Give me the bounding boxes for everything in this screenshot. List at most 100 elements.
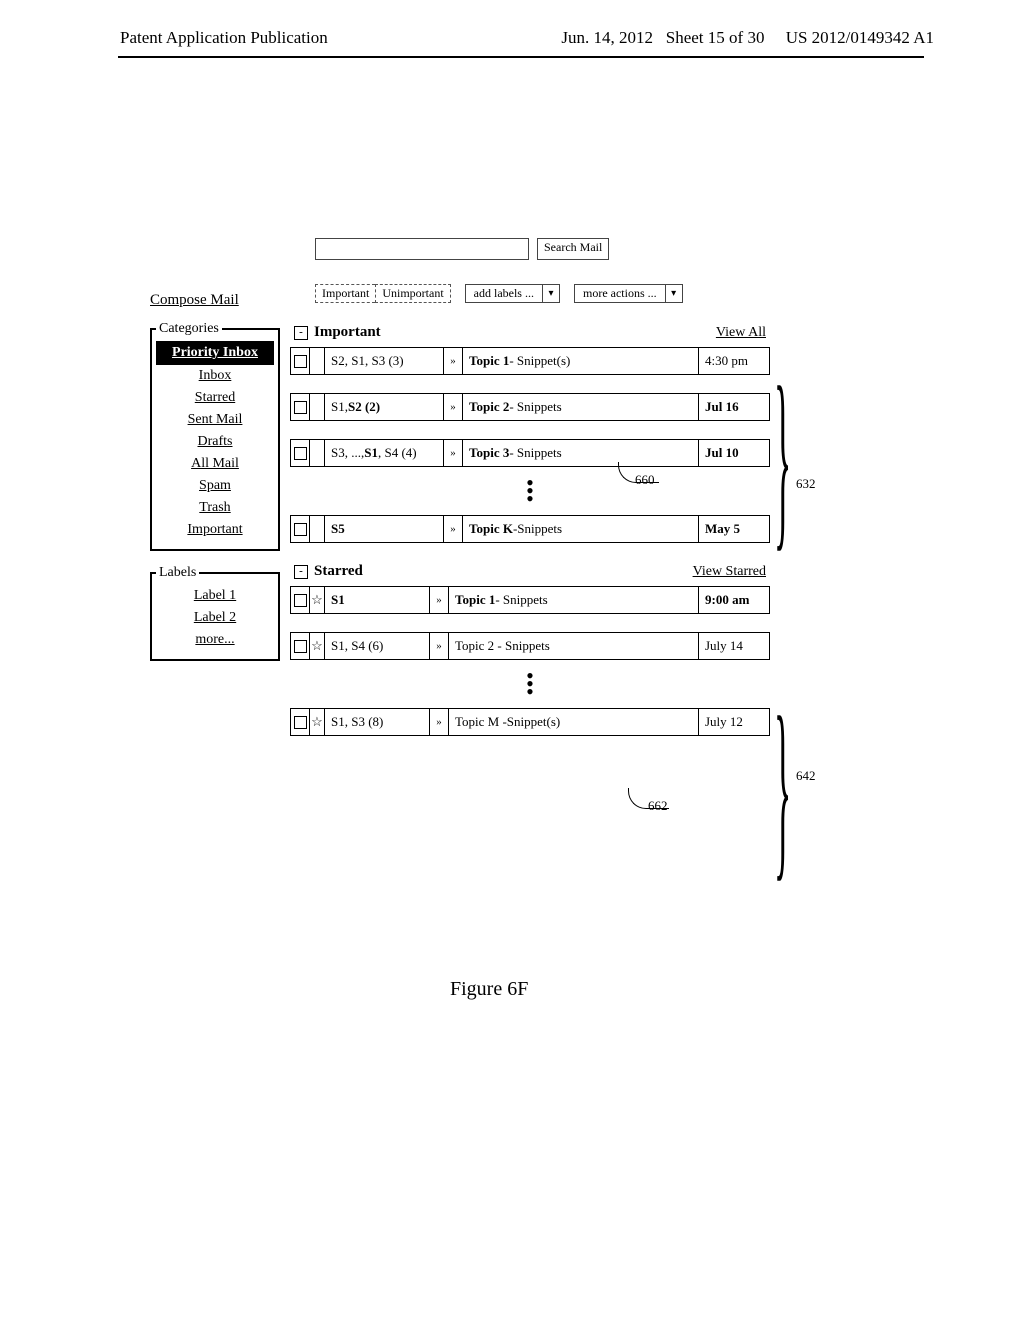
message-row[interactable]: ☆ S1 » Topic 1 - Snippets 9:00 am (290, 586, 770, 614)
sidebar-label-1[interactable]: Label 1 (156, 585, 274, 607)
callout-642: 642 (796, 768, 816, 784)
row-checkbox[interactable] (291, 709, 310, 735)
row-senders: S1, S4 (6) (325, 633, 430, 659)
search-bar: Search Mail (315, 238, 609, 260)
sidebar-item-inbox[interactable]: Inbox (156, 365, 274, 387)
labels-legend: Labels (156, 565, 199, 581)
message-row[interactable]: ☆ S1, S4 (6) » Topic 2 - Snippets July 1… (290, 632, 770, 660)
categories-legend: Categories (156, 321, 222, 337)
importance-marker-icon[interactable]: » (444, 348, 463, 374)
row-spacer (310, 348, 325, 374)
labels-box: Labels Label 1 Label 2 more... (150, 565, 280, 661)
important-button[interactable]: Important (315, 284, 375, 303)
row-subject: Topic 2 - Snippets (449, 633, 699, 659)
row-checkbox[interactable] (291, 516, 310, 542)
row-senders: S1, S3 (8) (325, 709, 430, 735)
message-row[interactable]: S5 » Topic K-Snippets May 5 (290, 515, 770, 543)
row-senders: S1 (325, 587, 430, 613)
row-subject: Topic 2 - Snippets (463, 394, 699, 420)
section-starred-header: -Starred View Starred (290, 561, 770, 586)
row-date: 9:00 am (699, 587, 769, 613)
header-rule (118, 56, 924, 58)
row-senders: S1, S2 (2) (325, 394, 444, 420)
sidebar-item-sent[interactable]: Sent Mail (156, 409, 274, 431)
view-starred-link[interactable]: View Starred (693, 564, 766, 580)
callout-662: 662 (648, 798, 668, 814)
row-date: Jul 16 (699, 394, 769, 420)
chevron-down-icon: ▾ (666, 284, 683, 303)
message-row[interactable]: S1, S2 (2) » Topic 2 - Snippets Jul 16 (290, 393, 770, 421)
more-actions-label: more actions ... (574, 284, 666, 303)
row-subject: Topic 1 - Snippets (449, 587, 699, 613)
row-date: July 12 (699, 709, 769, 735)
sidebar-item-spam[interactable]: Spam (156, 475, 274, 497)
sidebar-item-starred[interactable]: Starred (156, 387, 274, 409)
row-senders: S2, S1, S3 (3) (325, 348, 444, 374)
vertical-ellipsis-icon: ••• (290, 479, 770, 503)
importance-marker-icon[interactable]: » (430, 709, 449, 735)
add-labels-label: add labels ... (465, 284, 543, 303)
row-subject: Topic K-Snippets (463, 516, 699, 542)
star-icon[interactable]: ☆ (310, 587, 325, 613)
view-all-link[interactable]: View All (716, 325, 766, 341)
star-icon[interactable]: ☆ (310, 633, 325, 659)
row-checkbox[interactable] (291, 394, 310, 420)
page-header: Patent Application Publication Jun. 14, … (0, 0, 1024, 54)
hdr-left: Patent Application Publication (120, 28, 328, 48)
sidebar-label-more[interactable]: more... (156, 629, 274, 651)
row-date: Jul 10 (699, 440, 769, 466)
search-button[interactable]: Search Mail (537, 238, 609, 260)
row-spacer (310, 440, 325, 466)
row-subject: Topic M -Snippet(s) (449, 709, 699, 735)
compose-link[interactable]: Compose Mail (150, 292, 239, 309)
importance-marker-icon[interactable]: » (430, 587, 449, 613)
vertical-ellipsis-icon: ••• (290, 672, 770, 696)
row-spacer (310, 394, 325, 420)
toolbar: Important Unimportant add labels ... ▾ m… (315, 284, 683, 303)
row-senders: S5 (325, 516, 444, 542)
sidebar: Categories Priority Inbox Inbox Starred … (150, 321, 280, 675)
sidebar-item-trash[interactable]: Trash (156, 497, 274, 519)
star-icon[interactable]: ☆ (310, 709, 325, 735)
sidebar-item-allmail[interactable]: All Mail (156, 453, 274, 475)
row-checkbox[interactable] (291, 587, 310, 613)
row-senders: S3, ..., S1, S4 (4) (325, 440, 444, 466)
brace-icon: } (774, 358, 791, 558)
importance-marker-icon[interactable]: » (444, 440, 463, 466)
chevron-down-icon: ▾ (543, 284, 560, 303)
add-labels-dropdown[interactable]: add labels ... ▾ (465, 284, 560, 303)
importance-marker-icon[interactable]: » (430, 633, 449, 659)
message-row[interactable]: S3, ..., S1, S4 (4) » Topic 3 - Snippets… (290, 439, 770, 467)
importance-marker-icon[interactable]: » (444, 394, 463, 420)
collapse-icon[interactable]: - (294, 565, 308, 579)
hdr-right: Jun. 14, 2012 Sheet 15 of 30 US 2012/014… (561, 28, 934, 48)
brace-icon: } (774, 688, 791, 888)
collapse-icon[interactable]: - (294, 326, 308, 340)
section-starred-title: Starred (314, 563, 363, 580)
row-checkbox[interactable] (291, 348, 310, 374)
sidebar-label-2[interactable]: Label 2 (156, 607, 274, 629)
section-important-header: -Important View All (290, 322, 770, 347)
row-checkbox[interactable] (291, 633, 310, 659)
row-date: 4:30 pm (699, 348, 769, 374)
message-list: -Important View All S2, S1, S3 (3) » Top… (290, 322, 770, 754)
sidebar-item-priority-inbox[interactable]: Priority Inbox (156, 341, 274, 365)
row-spacer (310, 516, 325, 542)
message-row[interactable]: ☆ S1, S3 (8) » Topic M -Snippet(s) July … (290, 708, 770, 736)
row-subject: Topic 1 - Snippet(s) (463, 348, 699, 374)
importance-marker-icon[interactable]: » (444, 516, 463, 542)
search-input[interactable] (315, 238, 529, 260)
more-actions-dropdown[interactable]: more actions ... ▾ (574, 284, 683, 303)
sidebar-item-important[interactable]: Important (156, 519, 274, 541)
callout-632: 632 (796, 476, 816, 492)
section-important-title: Important (314, 324, 381, 341)
row-checkbox[interactable] (291, 440, 310, 466)
message-row[interactable]: S2, S1, S3 (3) » Topic 1 - Snippet(s) 4:… (290, 347, 770, 375)
sidebar-item-drafts[interactable]: Drafts (156, 431, 274, 453)
categories-box: Categories Priority Inbox Inbox Starred … (150, 321, 280, 551)
row-date: July 14 (699, 633, 769, 659)
callout-660: 660 (635, 472, 655, 488)
row-date: May 5 (699, 516, 769, 542)
row-subject: Topic 3 - Snippets (463, 440, 699, 466)
unimportant-button[interactable]: Unimportant (375, 284, 450, 303)
